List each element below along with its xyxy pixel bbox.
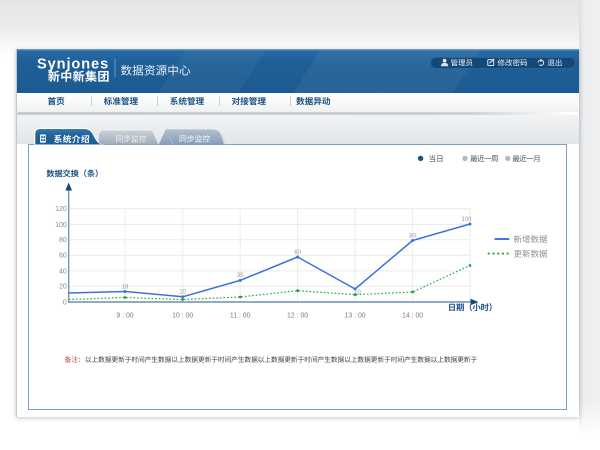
- svg-text:10: 10: [354, 290, 361, 296]
- svg-text:20: 20: [59, 284, 67, 291]
- svg-text:10: 10: [179, 290, 186, 296]
- svg-text:10 : 00: 10 : 00: [172, 312, 193, 319]
- svg-text:12 : 00: 12 : 00: [287, 312, 308, 319]
- svg-text:Synjones: Synjones: [37, 56, 109, 72]
- svg-text:120: 120: [55, 206, 67, 213]
- svg-text:13 : 00: 13 : 00: [345, 312, 366, 319]
- svg-text:9 : 00: 9 : 00: [116, 312, 133, 319]
- svg-text:35: 35: [237, 273, 244, 279]
- svg-text:80: 80: [409, 233, 416, 239]
- svg-text:0: 0: [63, 299, 67, 306]
- svg-text:80: 80: [59, 237, 67, 244]
- svg-text:100: 100: [461, 217, 472, 223]
- svg-text:40: 40: [59, 268, 67, 275]
- svg-text:60: 60: [59, 253, 67, 260]
- svg-text:60: 60: [294, 250, 301, 256]
- svg-text:100: 100: [55, 222, 67, 229]
- svg-text:11 : 00: 11 : 00: [230, 312, 251, 319]
- svg-text:18: 18: [122, 284, 129, 290]
- svg-text:14 : 00: 14 : 00: [402, 312, 423, 319]
